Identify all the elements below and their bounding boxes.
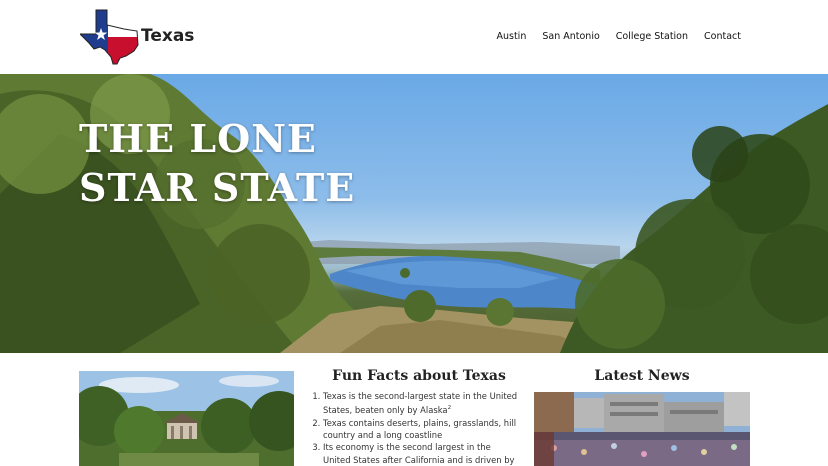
crowd-image (534, 392, 750, 466)
latest-news-heading: Latest News (594, 368, 690, 384)
brand-name[interactable]: Texas (141, 26, 194, 46)
news-photo[interactable] (534, 392, 750, 466)
site-header: Texas Austin San Antonio College Station… (0, 0, 828, 74)
list-item: Texas contains deserts, plains, grasslan… (323, 417, 520, 442)
nav-link-college-station[interactable]: College Station (616, 31, 688, 42)
nav-link-san-antonio[interactable]: San Antonio (542, 31, 599, 42)
texas-flag-map-icon[interactable] (80, 9, 140, 65)
main-nav: Austin San Antonio College Station Conta… (496, 31, 741, 42)
latest-news-section: Latest News (534, 368, 750, 466)
fun-facts-heading: Fun Facts about Texas (332, 368, 506, 384)
gazebo-image (79, 371, 294, 466)
hero-title-line-1: THE LONE (79, 116, 317, 161)
list-item: Its economy is the second largest in the… (323, 441, 520, 466)
hero-banner: THE LONE STAR STATE (0, 74, 828, 353)
fun-facts-list: Texas is the second-largest state in the… (308, 390, 520, 466)
nav-link-austin[interactable]: Austin (496, 31, 526, 42)
fun-facts-section: Fun Facts about Texas Texas is the secon… (308, 368, 520, 466)
hero-title-line-2: STAR STATE (79, 165, 356, 210)
gazebo-photo (79, 371, 294, 466)
hero-title: THE LONE STAR STATE (79, 114, 355, 212)
nav-link-contact[interactable]: Contact (704, 31, 741, 42)
list-item: Texas is the second-largest state in the… (323, 390, 520, 417)
